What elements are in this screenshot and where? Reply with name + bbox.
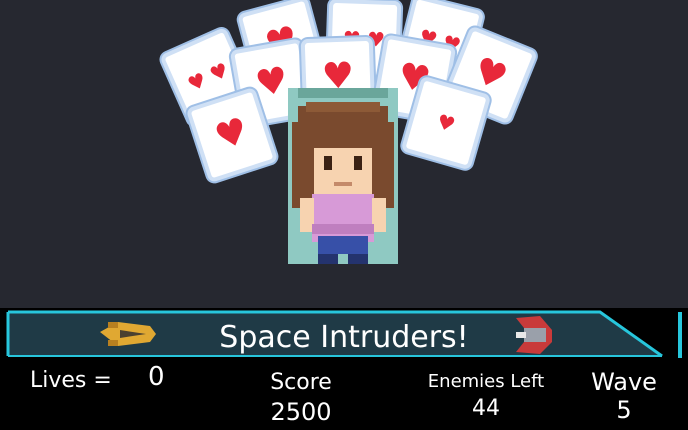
enemies-left-label: Enemies Left <box>427 371 545 392</box>
lives-value: 0 <box>148 362 165 392</box>
score-value: 2500 <box>270 398 332 426</box>
wave-value: 5 <box>616 396 632 424</box>
game-scene: ♥ ♥ ♥ ♥ ♥ ♥ ♥ ♥ ♥ ♥ ♥ ♥ ♥ <box>0 0 688 308</box>
game-title: Space Intruders! <box>219 320 469 355</box>
enemies-left-value: 44 <box>472 396 500 421</box>
hud-panel: Space Intruders! Lives = 0 Score 2500 En… <box>0 308 688 430</box>
score-label: Score <box>270 370 332 395</box>
girl-character-sprite <box>288 88 398 268</box>
lives-label: Lives = <box>30 368 112 393</box>
wave-label: Wave <box>591 368 657 396</box>
